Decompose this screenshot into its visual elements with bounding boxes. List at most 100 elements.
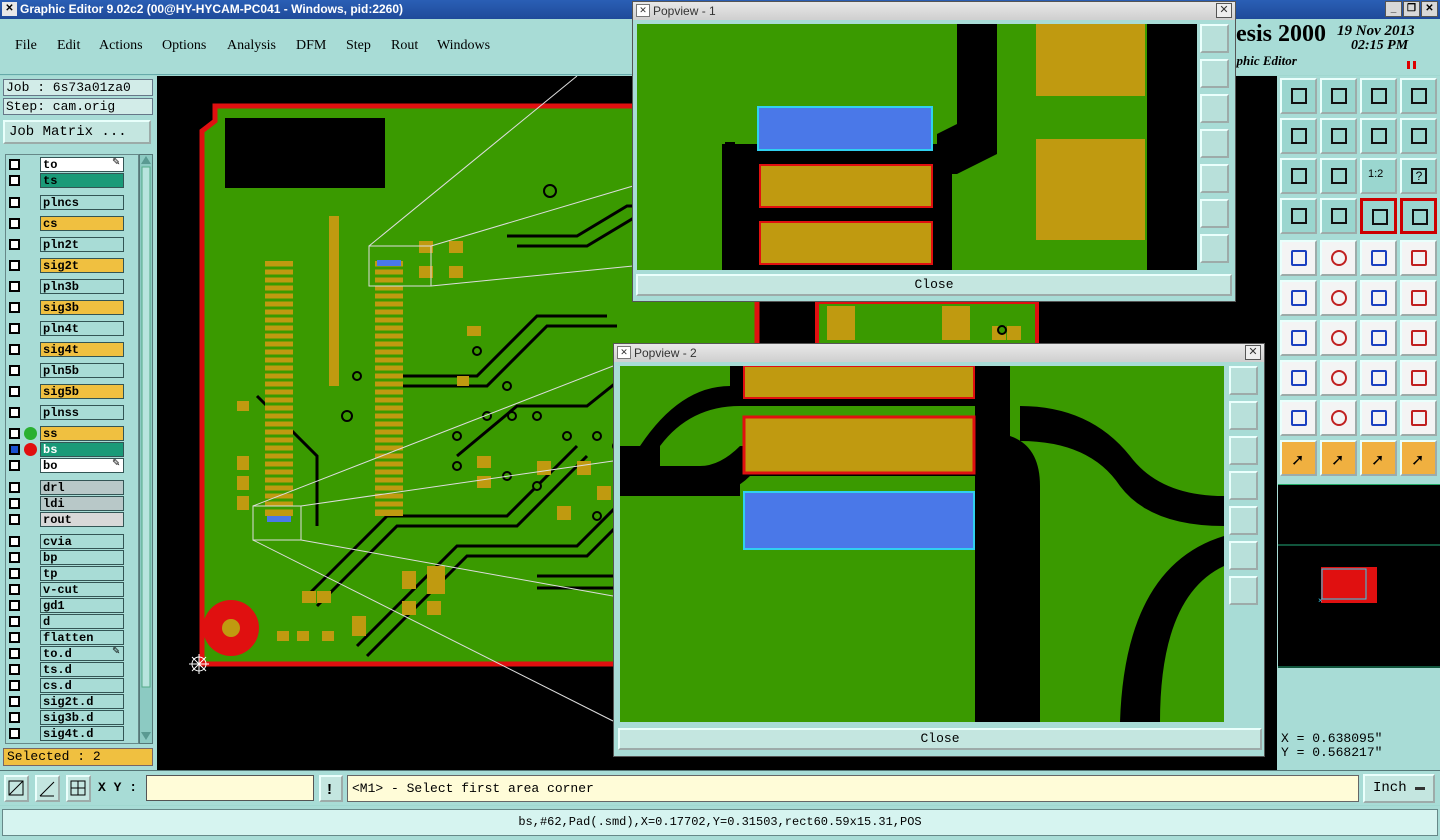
layer-checkbox[interactable] <box>9 680 20 691</box>
layer-row[interactable]: pln2t <box>6 237 138 252</box>
job-matrix-button[interactable]: Job Matrix ... <box>3 120 151 144</box>
menu-windows[interactable]: Windows <box>437 38 490 54</box>
home-view-tool[interactable] <box>1360 78 1397 114</box>
layer-checkbox[interactable] <box>9 584 20 595</box>
layer-row[interactable]: bo ✎ <box>6 458 138 473</box>
flip-tool[interactable] <box>1400 320 1437 356</box>
layer-checkbox[interactable] <box>9 175 20 186</box>
layer-checkbox[interactable] <box>9 712 20 723</box>
layer-label[interactable]: cvia <box>40 534 124 549</box>
affected-layer-icon[interactable] <box>24 443 37 456</box>
popview-pan-left-button[interactable] <box>1229 471 1258 500</box>
cross-tool[interactable] <box>1320 280 1357 316</box>
layer-label[interactable]: gd1 <box>40 598 124 613</box>
measure-tool[interactable] <box>1280 198 1317 234</box>
layer-row[interactable]: sig3b.d <box>6 710 138 725</box>
group-tool[interactable] <box>1400 360 1437 396</box>
polygon-tool[interactable] <box>1280 400 1317 436</box>
layer-checkbox[interactable] <box>9 648 20 659</box>
net-tool[interactable]: ➚ <box>1400 440 1437 476</box>
arch-tool[interactable] <box>1360 400 1397 436</box>
arc-tool[interactable] <box>1360 320 1397 356</box>
layer-label[interactable]: pln3b <box>40 279 124 294</box>
triangle-tool[interactable] <box>1320 400 1357 436</box>
layer-label[interactable]: sig2t <box>40 258 124 273</box>
layer-checkbox[interactable] <box>9 514 20 525</box>
arrow-point-tool[interactable] <box>1400 280 1437 316</box>
popview-zoom-out-button[interactable] <box>1200 234 1229 263</box>
layer-row[interactable]: plnss <box>6 405 138 420</box>
layer-label[interactable]: pln2t <box>40 237 124 252</box>
layer-row[interactable]: to ✎ <box>6 157 138 172</box>
popview-pan-left-button[interactable] <box>1200 129 1229 158</box>
warning-button[interactable]: ! <box>319 775 343 802</box>
fit-tool[interactable] <box>1280 158 1317 194</box>
layer-label[interactable]: ts <box>40 173 124 188</box>
layer-checkbox[interactable] <box>9 600 20 611</box>
arch-cross-tool[interactable] <box>1400 400 1437 436</box>
layer-checkbox[interactable] <box>9 260 20 271</box>
snap-grid-button[interactable] <box>66 775 91 802</box>
layer-row[interactable]: to.d ✎ <box>6 646 138 661</box>
layer-row[interactable]: sig5b <box>6 384 138 399</box>
layer-checkbox[interactable] <box>9 159 20 170</box>
layer-checkbox[interactable] <box>9 302 20 313</box>
layer-label[interactable]: drl <box>40 480 124 495</box>
layer-row[interactable]: tp <box>6 566 138 581</box>
layer-row[interactable]: ldi <box>6 496 138 511</box>
popview-1-close-icon[interactable]: ✕ <box>1216 3 1232 18</box>
close-window-button[interactable]: ✕ <box>1421 1 1438 17</box>
layer-row[interactable]: pln4t <box>6 321 138 336</box>
layer-label[interactable]: sig2t.d <box>40 694 124 709</box>
menu-options[interactable]: Options <box>162 38 206 54</box>
layer-label[interactable]: sig5b <box>40 384 124 399</box>
layer-checkbox[interactable] <box>9 664 20 675</box>
layer-checkbox[interactable] <box>9 344 20 355</box>
affected-layer-icon[interactable] <box>24 427 37 440</box>
layer-label[interactable]: cs.d <box>40 678 124 693</box>
draw-line-tool[interactable] <box>1320 240 1357 276</box>
help-tool[interactable]: ? <box>1400 158 1437 194</box>
layer-red-tool-2[interactable] <box>1400 198 1437 234</box>
layer-row[interactable]: sig2t <box>6 258 138 273</box>
layer-checkbox[interactable] <box>9 632 20 643</box>
layer-row[interactable]: plncs <box>6 195 138 210</box>
layer-red-tool-1[interactable] <box>1360 198 1397 234</box>
layer-label[interactable]: v-cut <box>40 582 124 597</box>
layer-label[interactable]: bs <box>40 442 124 457</box>
pan-right-tool[interactable] <box>1320 118 1357 154</box>
pad-tool[interactable] <box>1400 240 1437 276</box>
menu-file[interactable]: File <box>15 38 37 54</box>
selected-pad-top[interactable] <box>377 260 401 266</box>
selected-pad-bottom[interactable] <box>267 516 291 522</box>
menu-analysis[interactable]: Analysis <box>227 38 276 54</box>
layer-label[interactable]: plnss <box>40 405 124 420</box>
layer-label[interactable]: ldi <box>40 496 124 511</box>
layer-row[interactable]: drl <box>6 480 138 495</box>
select-tool[interactable]: ➚ <box>1280 440 1317 476</box>
layer-checkbox[interactable] <box>9 386 20 397</box>
layer-label[interactable]: pln4t <box>40 321 124 336</box>
menu-edit[interactable]: Edit <box>57 38 80 54</box>
layer-row[interactable]: sig4t.d <box>6 726 138 741</box>
popview-2-canvas[interactable] <box>620 366 1224 722</box>
line-break-tool[interactable] <box>1320 360 1357 396</box>
layer-row[interactable]: sig4t <box>6 342 138 357</box>
overview-minimap[interactable]: × <box>1278 484 1440 668</box>
popview-2-close-button[interactable]: Close <box>618 728 1262 750</box>
layer-checkbox[interactable] <box>9 696 20 707</box>
pause-icon[interactable] <box>1407 61 1416 69</box>
layer-row[interactable]: gd1 <box>6 598 138 613</box>
minimize-button[interactable]: _ <box>1385 1 1402 17</box>
pad-select-tool[interactable] <box>1280 360 1317 396</box>
popview-pan-down-button[interactable] <box>1229 436 1258 465</box>
popview-zoom-out-button[interactable] <box>1229 576 1258 605</box>
popview-pan-up-button[interactable] <box>1229 401 1258 430</box>
snap-point-tool[interactable] <box>1360 280 1397 316</box>
measure-button[interactable] <box>35 775 60 802</box>
layer-label[interactable]: sig3b <box>40 300 124 315</box>
layer-checkbox[interactable] <box>9 536 20 547</box>
snake-tool[interactable] <box>1400 118 1437 154</box>
layer-label[interactable]: sig4t <box>40 342 124 357</box>
layer-label[interactable]: plncs <box>40 195 124 210</box>
